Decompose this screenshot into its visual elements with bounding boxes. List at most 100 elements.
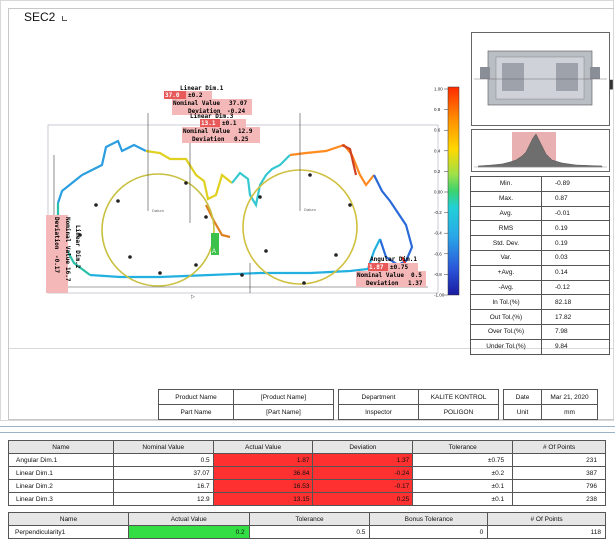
svg-text:13.1: 13.1 [201,120,216,127]
date-label: Date [503,389,542,405]
table-row: Linear Dim.2 16.7 16.53 -0.17 ±0.1 796 [8,479,606,493]
svg-text:Linear Dim.3: Linear Dim.3 [190,113,234,120]
inspector-value: POLIGON [418,404,499,420]
svg-text:±0.1: ±0.1 [222,120,237,127]
stats-row: Var. 0.03 [470,249,610,266]
gdt-results-table: Name Actual Value Tolerance Bonus Tolera… [8,512,606,539]
stat-value: 0.87 [541,190,610,207]
divider [0,426,615,427]
cell-actual: 16.53 [212,479,314,493]
colorbar-tick-label: 1.00 [434,87,443,92]
svg-text:Nominal Value: Nominal Value [183,128,230,135]
stat-label: -Avg. [470,279,542,296]
svg-text:Nominal Value: Nominal Value [357,272,404,279]
col-header: # Of Points [512,440,606,454]
stat-value: -0.89 [541,176,610,192]
inspector-label: Inspector [338,404,419,420]
stat-label: Out Tol.(%) [470,309,542,325]
svg-text:Deviation: Deviation [192,136,225,143]
stats-row: RMS 0.19 [470,220,610,237]
colorbar-tick-label: -0.2 [434,210,442,215]
stat-label: RMS [470,220,542,237]
cell-actual: 13.15 [212,492,314,506]
svg-text:Deviation: Deviation [366,280,399,287]
cell-points: 387 [512,466,606,480]
stat-value: 0.03 [541,249,610,266]
colorbar-tick-label: -0.8 [434,272,442,277]
col-header: Tolerance [412,440,514,454]
cell-deviation: -0.17 [312,479,414,493]
stat-value: -0.01 [541,205,610,222]
callout-angular-dim1[interactable]: Angular Dim.1 1.87 ±0.75 Nominal Value 0… [356,256,426,287]
cell-tolerance: ±0.1 [412,479,514,493]
cell-actual: 36.84 [212,466,314,480]
svg-text:-0.17: -0.17 [53,255,60,273]
panel-handle[interactable]: ▌ [610,80,615,89]
col-header: Bonus Tolerance [369,512,489,526]
col-header: Tolerance [248,512,371,526]
svg-text:1.37: 1.37 [408,280,423,287]
stat-value: 0.14 [541,264,610,281]
axis-mark: ▷ [191,294,195,300]
section-title: SEC2 [24,10,56,24]
gdt-tolerance: 0.5 [248,525,371,539]
cell-points: 796 [512,479,606,493]
cell-name: Angular Dim.1 [8,453,114,467]
callout-linear-dim1[interactable]: Linear Dim.1 37.0 ±0.2 Nominal Value 37.… [164,85,252,115]
stats-row: Min. -0.89 [470,176,610,192]
part-thumbnail[interactable] [471,32,610,126]
stats-row: Out Tol.(%) 17.82 [470,309,610,325]
stats-row: -Avg. -0.12 [470,279,610,296]
deviation-view[interactable]: Datum Datum A ▷ Linear Dim.1 37.0 ±0.2 N… [10,25,465,325]
svg-text:16.7: 16.7 [64,267,71,282]
stat-value: -0.12 [541,279,610,296]
part-name-label: Part Name [158,404,234,420]
colorbar-tick-label: -1.00 [434,293,445,298]
stat-value: 0.19 [541,220,610,237]
cell-tolerance: ±0.75 [412,453,514,467]
callout-linear-dim2[interactable]: Deviation -0.17 Nominal Value 16.7 Linea… [46,215,81,293]
product-name-label: Product Name [158,389,234,405]
colorbar-tick-label: 0.4 [434,148,441,153]
stat-label: Var. [470,249,542,266]
report-info-table: Product Name [Product Name] Department K… [158,389,598,420]
cell-nominal: 16.7 [112,479,214,493]
col-header: # Of Points [487,512,606,526]
cell-nominal: 0.5 [112,453,214,467]
col-header: Name [8,512,129,526]
stats-row: Std. Dev. 0.19 [470,235,610,251]
divider [0,432,615,433]
department-label: Department [338,389,419,405]
svg-text:±0.75: ±0.75 [390,264,408,271]
corner-marker [62,16,67,21]
cell-name: Linear Dim.1 [8,466,114,480]
svg-text:±0.2: ±0.2 [188,92,203,99]
left-bore [101,173,215,287]
callout-linear-dim3[interactable]: Linear Dim.3 13.1 ±0.1 Nominal Value 12.… [182,113,260,143]
stat-value: 82.18 [541,294,610,311]
cell-tolerance: ±0.1 [412,492,514,506]
stat-value: 7.98 [541,323,610,340]
gdt-name: Perpendicularity1 [8,525,129,539]
dimension-results-table: Name Nominal Value Actual Value Deviatio… [8,440,606,506]
cell-nominal: 37.07 [112,466,214,480]
stat-label: Over Tol.(%) [470,323,542,340]
svg-text:Nominal Value: Nominal Value [64,217,71,264]
stats-row: Avg. -0.01 [470,205,610,222]
datum-a-label: A [212,249,216,255]
department-value: KALITE KONTROL [418,389,499,405]
cell-nominal: 12.9 [112,492,214,506]
svg-text:1.87: 1.87 [369,264,384,271]
stat-label: In Tol.(%) [470,294,542,311]
stats-row: Max. 0.87 [470,190,610,207]
svg-text:0.5: 0.5 [411,272,422,279]
svg-text:12.9: 12.9 [238,128,253,135]
svg-text:Datum: Datum [304,207,316,212]
stat-value: 17.82 [541,309,610,325]
unit-value: mm [541,404,598,420]
statistics-table: Min. -0.89 Max. 0.87 Avg. -0.01 RMS 0.19 Std. De… [470,176,610,355]
product-name-value: [Product Name] [233,389,334,405]
stat-label: Avg. [470,205,542,222]
table-row: Angular Dim.1 0.5 1.87 1.37 ±0.75 231 [8,453,606,467]
deviation-histogram [471,129,610,172]
